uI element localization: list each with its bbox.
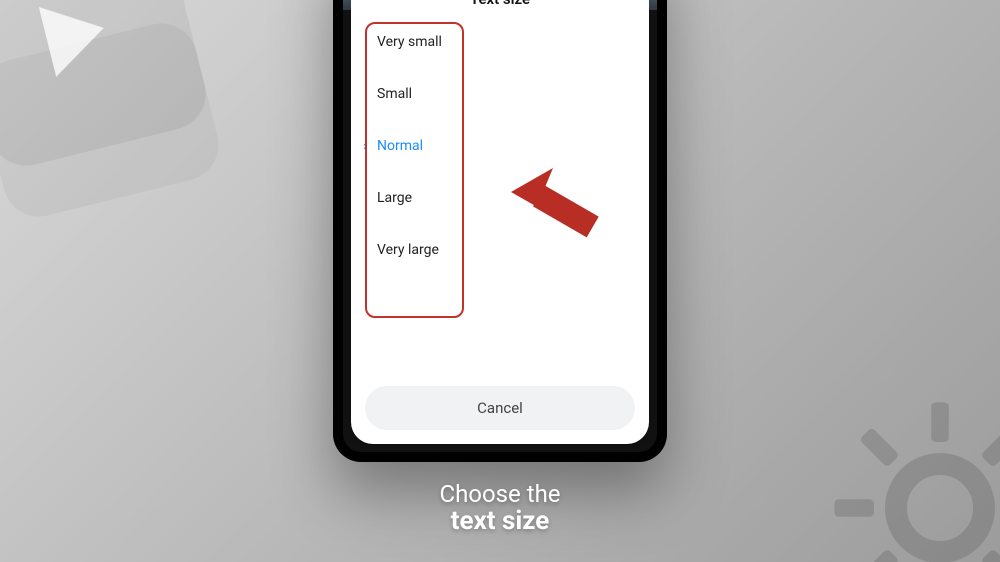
option-label: Very small [377,34,442,50]
option-label: Small [377,86,412,102]
dialog-title: Text size [351,0,649,16]
chevron-right-icon: › [363,139,367,154]
cancel-label: Cancel [477,399,523,417]
option-large[interactable]: Large [365,172,649,224]
option-label: Normal [377,138,423,154]
caption-line1: Choose the [0,480,1000,508]
option-normal[interactable]: › Normal [365,120,649,172]
option-very-large[interactable]: Very large [365,224,649,276]
phone-screen: Text size Very small Small › Normal Larg… [343,0,657,452]
instruction-caption: Choose the text size [0,480,1000,536]
option-label: Large [377,190,412,206]
phone-frame: Text size Very small Small › Normal Larg… [333,0,667,462]
option-small[interactable]: Small [365,68,649,120]
option-very-small[interactable]: Very small [365,16,649,68]
text-size-options: Very small Small › Normal Large Very lar… [351,16,649,276]
text-size-dialog: Text size Very small Small › Normal Larg… [351,0,649,444]
cancel-button[interactable]: Cancel [365,386,635,430]
option-label: Very large [377,242,439,258]
caption-line2: text size [0,506,1000,536]
